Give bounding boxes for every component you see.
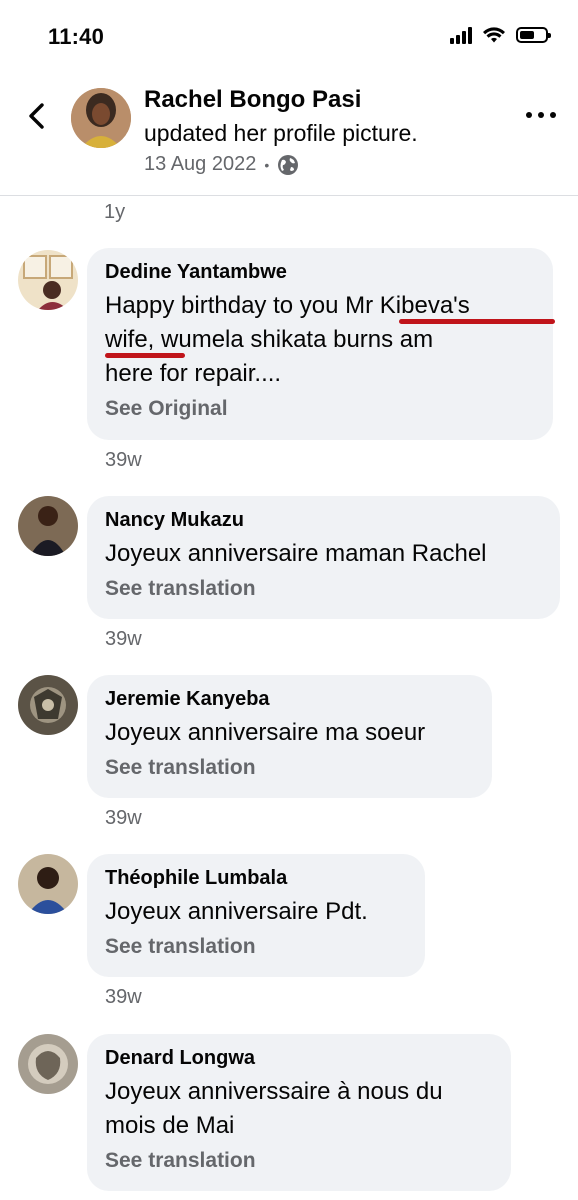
red-underline-annotation <box>399 319 555 324</box>
comment-time[interactable]: 39w <box>105 986 142 1009</box>
commenter-name[interactable]: Théophile Lumbala <box>105 865 407 891</box>
commenter-name[interactable]: Dedine Yantambwe <box>105 259 535 285</box>
comment-text-line: mois de Mai <box>105 1112 235 1139</box>
comment-time[interactable]: 39w <box>105 449 142 472</box>
post-header: Rachel Bongo Pasi updated her profile pi… <box>0 78 578 196</box>
avatar[interactable] <box>71 88 131 148</box>
chevron-left-icon <box>29 103 44 129</box>
comment-text: Joyeux anniverssaire à nous du mois de M… <box>105 1075 493 1143</box>
see-translation-link[interactable]: See translation <box>105 575 542 603</box>
see-translation-link[interactable]: See translation <box>105 933 407 961</box>
status-icons <box>450 26 551 44</box>
see-translation-link[interactable]: See translation <box>105 1147 493 1175</box>
comment-text-line: Happy birthday to you Mr Kibeva's <box>105 292 470 319</box>
battery-icon <box>516 27 551 43</box>
comment-bubble[interactable]: Denard Longwa Joyeux anniverssaire à nou… <box>87 1034 511 1191</box>
comment-text: Joyeux anniversaire ma soeur <box>105 719 426 746</box>
comment-text-line: wife, wumela shikata burns am <box>105 326 434 353</box>
post-action-text: updated her profile picture. <box>144 120 418 146</box>
comment-text: Joyeux anniversaire Pdt. <box>105 898 368 925</box>
wifi-icon <box>483 27 505 43</box>
comment-bubble[interactable]: Dedine Yantambwe Happy birthday to you M… <box>87 248 555 440</box>
see-original-link[interactable]: See Original <box>105 395 535 423</box>
red-underline-annotation <box>105 353 185 358</box>
comment-bubble[interactable]: Théophile Lumbala Joyeux anniversaire Pd… <box>87 854 425 977</box>
commenter-name[interactable]: Nancy Mukazu <box>105 507 542 533</box>
post-meta: 13 Aug 2022 • <box>144 153 299 176</box>
author-name[interactable]: Rachel Bongo Pasi <box>144 86 361 114</box>
status-bar: 11:40 <box>0 0 578 72</box>
commenter-name[interactable]: Jeremie Kanyeba <box>105 686 474 712</box>
avatar[interactable] <box>18 854 78 914</box>
see-translation-link[interactable]: See translation <box>105 754 474 782</box>
comment-text: Happy birthday to you Mr Kibeva's wife, … <box>105 289 555 391</box>
comment-time[interactable]: 39w <box>105 628 142 651</box>
post-date[interactable]: 13 Aug 2022 <box>144 153 256 176</box>
status-time: 11:40 <box>48 24 105 49</box>
comment-time[interactable]: 39w <box>105 807 142 830</box>
comment-text-line: here for repair.... <box>105 360 282 387</box>
comment-text: Joyeux anniversaire maman Rachel <box>105 540 487 567</box>
avatar[interactable] <box>18 1034 78 1094</box>
avatar[interactable] <box>18 496 78 556</box>
globe-icon <box>278 154 299 175</box>
more-options-button[interactable] <box>526 104 556 126</box>
avatar[interactable] <box>18 675 78 735</box>
avatar[interactable] <box>18 250 78 310</box>
timestamp[interactable]: 1y <box>104 201 125 224</box>
comment-bubble[interactable]: Jeremie Kanyeba Joyeux anniversaire ma s… <box>87 675 492 798</box>
signal-icon <box>450 26 472 44</box>
comment-text-line: Joyeux anniverssaire à nous du <box>105 1078 443 1105</box>
commenter-name[interactable]: Denard Longwa <box>105 1045 493 1071</box>
comment-bubble[interactable]: Nancy Mukazu Joyeux anniversaire maman R… <box>87 496 560 619</box>
meta-separator: • <box>264 156 270 173</box>
back-button[interactable] <box>22 98 50 134</box>
